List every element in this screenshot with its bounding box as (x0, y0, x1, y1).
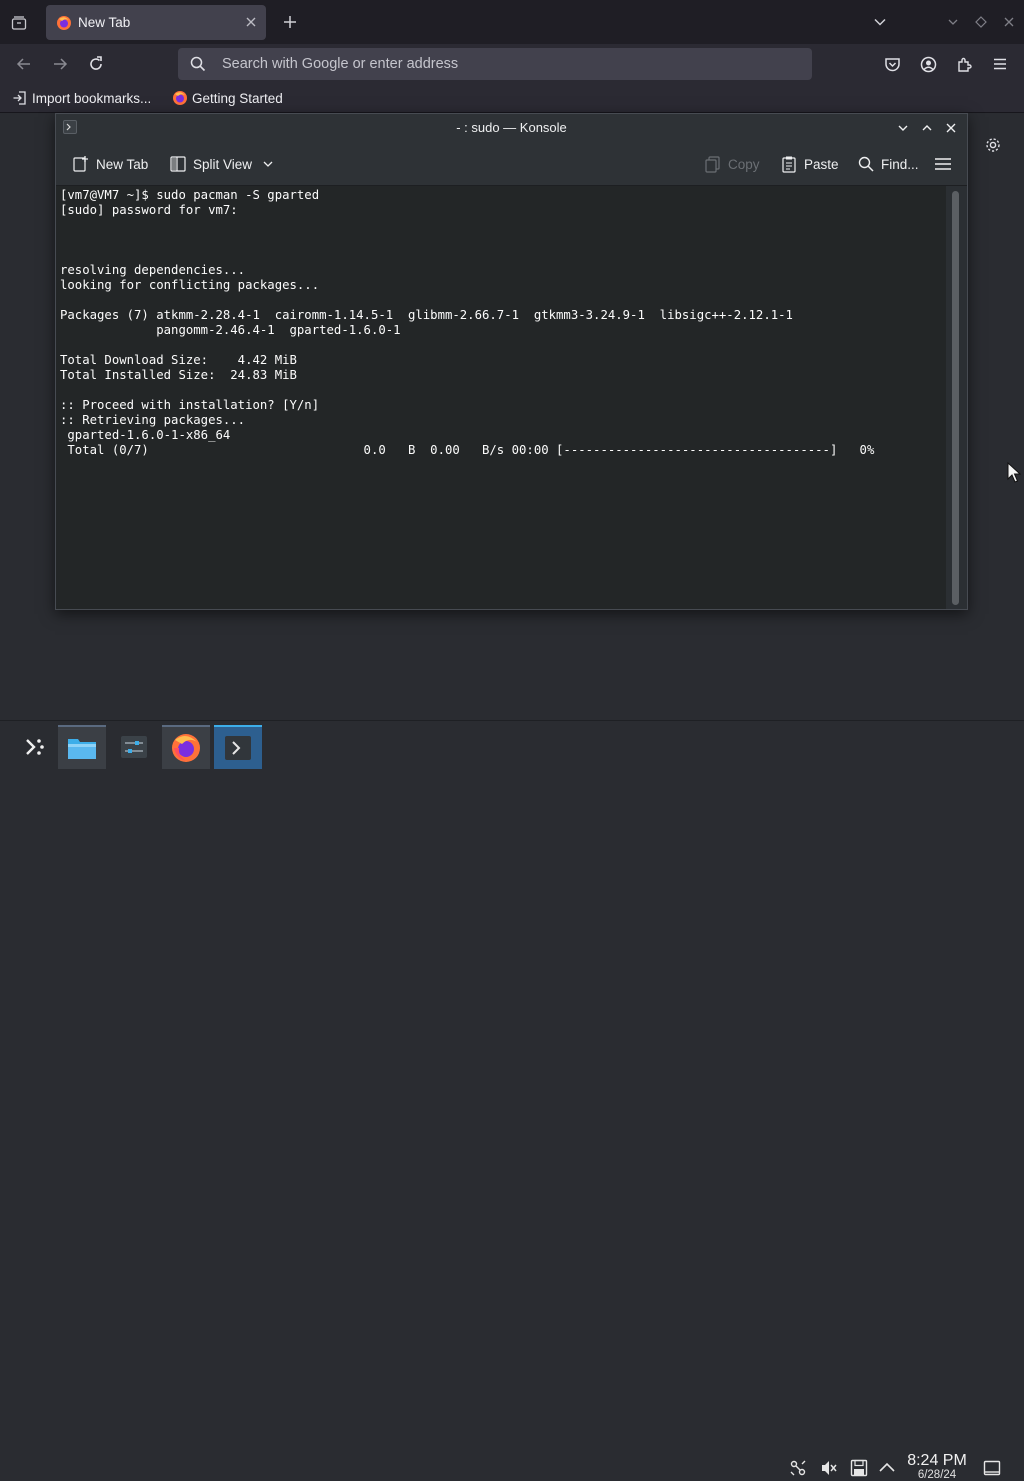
firefox-icon[interactable] (162, 725, 210, 769)
reload-icon[interactable] (84, 53, 108, 75)
konsole-toolbar: New Tab Split View Copy Paste Find... (56, 142, 967, 186)
clock-date[interactable]: 6/28/24 (900, 1469, 974, 1481)
show-desktop-icon[interactable] (982, 1458, 1002, 1478)
tab-overflow-chevron-icon[interactable] (869, 11, 891, 33)
forward-arrow-icon[interactable] (48, 53, 72, 75)
back-arrow-icon[interactable] (12, 53, 36, 75)
split-view-button[interactable]: Split View (169, 155, 274, 173)
url-bar-placeholder: Search with Google or enter address (222, 56, 459, 72)
terminal-output[interactable]: [vm7@VM7 ~]$ sudo pacman -S gparted [sud… (56, 186, 946, 609)
storage-save-icon[interactable] (849, 1458, 869, 1478)
new-tab-button[interactable]: New Tab (72, 155, 148, 173)
firefox-icon (173, 91, 187, 105)
dolphin-file-manager-icon[interactable] (58, 725, 106, 769)
new-tab-label: New Tab (96, 156, 149, 172)
konsole-minimize-icon[interactable] (894, 119, 912, 137)
paste-label: Paste (804, 156, 839, 172)
bookmark-getting-started[interactable]: Getting Started (172, 90, 283, 106)
network-icon[interactable] (788, 1458, 808, 1478)
search-icon (190, 56, 206, 72)
konsole-icon[interactable] (214, 725, 262, 769)
firefox-favicon-icon (57, 15, 71, 30)
tab-close-icon[interactable] (242, 13, 260, 31)
clock-time[interactable]: 8:24 PM (900, 1452, 974, 1470)
copy-icon (705, 156, 720, 173)
tab-new-tab[interactable]: New Tab (46, 5, 266, 40)
hamburger-menu-icon (935, 158, 951, 170)
bookmark-import[interactable]: Import bookmarks... (12, 90, 151, 106)
bookmark-label: Import bookmarks... (32, 90, 152, 106)
konsole-window-title: - : sudo — Konsole (456, 120, 567, 135)
application-launcher-icon[interactable] (10, 725, 58, 769)
tray-expand-chevron-icon[interactable] (877, 1458, 897, 1478)
account-icon[interactable] (917, 53, 939, 75)
paste-icon (782, 156, 796, 173)
hamburger-menu-button[interactable] (934, 155, 958, 173)
volume-muted-icon[interactable] (819, 1458, 839, 1478)
find-button[interactable]: Find... (857, 155, 919, 173)
konsole-titlebar[interactable]: - : sudo — Konsole (56, 114, 967, 142)
split-view-label: Split View (193, 156, 253, 172)
scrollbar-thumb[interactable] (952, 191, 959, 605)
extensions-icon[interactable] (953, 53, 975, 75)
bookmarks-toolbar: Import bookmarks... Getting Started (0, 84, 1024, 113)
terminal-text: [vm7@VM7 ~]$ sudo pacman -S gparted [sud… (60, 188, 875, 457)
bookmark-label: Getting Started (192, 90, 283, 106)
konsole-maximize-icon[interactable] (918, 119, 936, 137)
import-icon (13, 91, 26, 105)
url-bar[interactable]: Search with Google or enter address (178, 48, 812, 80)
settings-gear-icon[interactable] (982, 134, 1004, 156)
terminal-scrollbar[interactable] (946, 186, 967, 609)
find-icon (858, 156, 874, 172)
navigation-toolbar: Search with Google or enter address (0, 44, 1024, 84)
konsole-window: - : sudo — Konsole New Tab Split View Co… (55, 113, 968, 610)
window-close-icon[interactable] (1000, 13, 1018, 31)
find-label: Find... (881, 156, 919, 172)
tab-list-icon[interactable] (8, 12, 30, 34)
split-view-chevron-icon (263, 161, 273, 167)
new-tab-plus-icon[interactable] (279, 11, 301, 33)
taskbar: 8:24 PM 6/28/24 (0, 720, 1024, 1481)
tab-title: New Tab (78, 15, 131, 30)
copy-button[interactable]: Copy (704, 155, 760, 173)
browser-tab-bar: New Tab (0, 0, 1024, 44)
mouse-cursor-icon (1006, 462, 1022, 484)
split-view-icon (170, 156, 186, 172)
window-minimize-icon[interactable] (944, 13, 962, 31)
paste-button[interactable]: Paste (780, 155, 839, 173)
window-maximize-icon[interactable] (972, 13, 990, 31)
copy-label: Copy (728, 156, 760, 172)
new-tab-icon (73, 156, 88, 172)
pocket-icon[interactable] (881, 53, 903, 75)
konsole-close-icon[interactable] (942, 119, 960, 137)
app-menu-icon[interactable] (989, 53, 1011, 75)
system-settings-icon[interactable] (110, 725, 158, 769)
